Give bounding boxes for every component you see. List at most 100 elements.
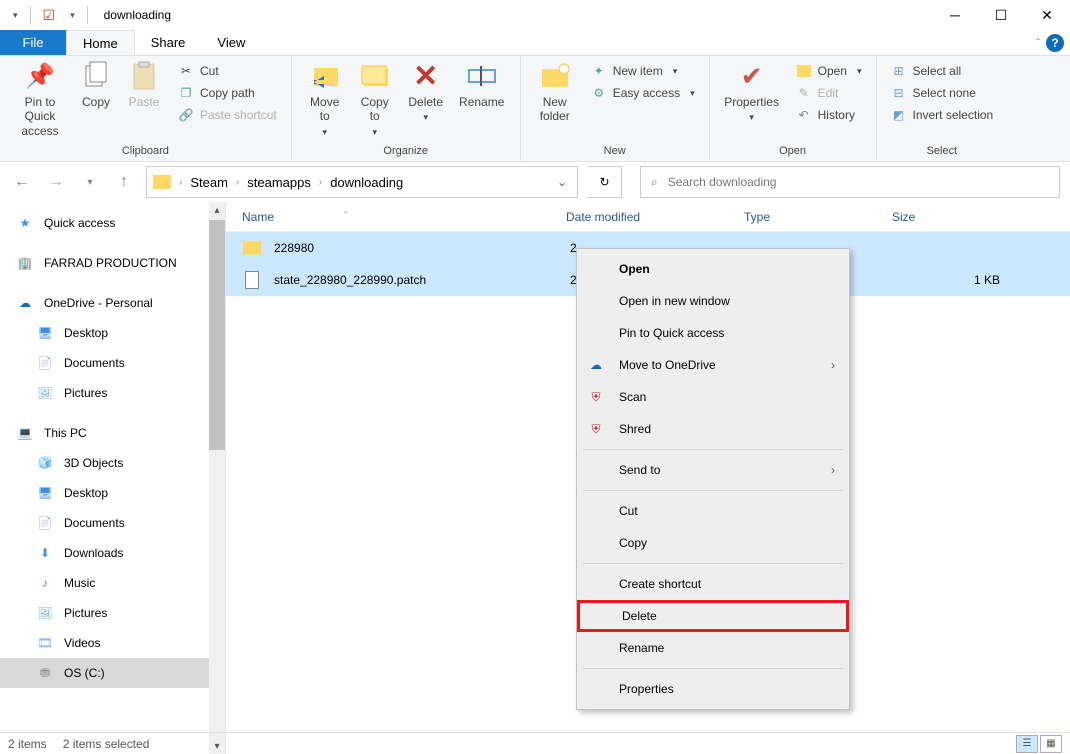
qat-more-icon[interactable]: ▾ (70, 10, 75, 21)
nav-quick-access[interactable]: ★Quick access (0, 208, 225, 238)
paste-button[interactable]: Paste (122, 60, 166, 109)
nav-this-pc[interactable]: 💻This PC (0, 418, 225, 448)
ctx-copy[interactable]: Copy (577, 527, 849, 559)
col-name[interactable]: Nameˆ (242, 210, 566, 224)
nav-od-desktop[interactable]: 🖥Desktop (0, 318, 225, 348)
help-icon[interactable]: ? (1046, 34, 1064, 52)
ctx-cut[interactable]: Cut (577, 495, 849, 527)
ctx-rename[interactable]: Rename (577, 632, 849, 664)
group-label-new: New (531, 145, 699, 159)
nav-od-pictures[interactable]: 🖼Pictures (0, 378, 225, 408)
nav-pc-downloads[interactable]: ⬇Downloads (0, 538, 225, 568)
forward-button[interactable]: → (44, 170, 68, 194)
delete-button[interactable]: ✕ Delete▾ (402, 60, 450, 123)
nav-3d-objects[interactable]: 🧊3D Objects (0, 448, 225, 478)
qat-dropdown-icon[interactable]: ▾ (13, 10, 18, 21)
tab-home[interactable]: Home (66, 30, 135, 55)
new-folder-icon (539, 60, 571, 92)
downloads-icon: ⬇ (36, 545, 54, 561)
invert-selection-icon: ◩ (891, 107, 907, 123)
invert-selection-button[interactable]: ◩Invert selection (887, 104, 998, 126)
rename-button[interactable]: Rename (454, 60, 510, 109)
ctx-open-new-window[interactable]: Open in new window (577, 285, 849, 317)
move-to-button[interactable]: Move to▾ (302, 60, 348, 138)
col-size[interactable]: Size (892, 210, 1070, 224)
group-select: ⊞Select all ⊟Select none ◩Invert selecti… (877, 56, 1008, 161)
ctx-delete[interactable]: Delete (577, 600, 849, 632)
context-menu: Open Open in new window Pin to Quick acc… (576, 248, 850, 710)
navigation-bar: ← → ▾ ↑ › Steam › steamapps › downloadin… (0, 162, 1070, 202)
ctx-open[interactable]: Open (577, 253, 849, 285)
separator (583, 490, 843, 491)
ctx-move-onedrive[interactable]: ☁Move to OneDrive› (577, 349, 849, 381)
ctx-shred[interactable]: ⛨Shred (577, 413, 849, 445)
nav-scrollbar[interactable]: ▴ ▾ (209, 202, 225, 754)
copy-button[interactable]: Copy (74, 60, 118, 109)
scroll-thumb[interactable] (209, 220, 225, 450)
maximize-button[interactable]: ☐ (978, 0, 1024, 30)
nav-onedrive[interactable]: ☁OneDrive - Personal (0, 288, 225, 318)
chevron-right-icon[interactable]: › (236, 177, 239, 188)
collapse-ribbon-icon[interactable]: ˆ (1036, 36, 1040, 50)
crumb-steamapps[interactable]: steamapps (241, 175, 317, 190)
nav-pc-documents[interactable]: 📄Documents (0, 508, 225, 538)
chevron-right-icon[interactable]: › (319, 177, 322, 188)
properties-qat-icon[interactable]: ☑ (43, 7, 56, 24)
edit-button[interactable]: ✎Edit (792, 82, 866, 104)
window-title: downloading (104, 8, 171, 22)
nav-farrad[interactable]: 🏢FARRAD PRODUCTION (0, 248, 225, 278)
tab-file[interactable]: File (0, 30, 66, 55)
search-input[interactable]: ⌕ Search downloading (640, 166, 1060, 198)
ctx-properties[interactable]: Properties (577, 673, 849, 705)
ctx-pin-quick-access[interactable]: Pin to Quick access (577, 317, 849, 349)
nav-pc-music[interactable]: ♪Music (0, 568, 225, 598)
crumb-downloading[interactable]: downloading (324, 175, 409, 190)
nav-pc-videos[interactable]: 🎞Videos (0, 628, 225, 658)
ctx-scan[interactable]: ⛨Scan (577, 381, 849, 413)
pin-quick-access-button[interactable]: 📌 Pin to Quick access (10, 60, 70, 138)
navigation-pane[interactable]: ★Quick access 🏢FARRAD PRODUCTION ☁OneDri… (0, 202, 226, 754)
sort-asc-icon: ˆ (344, 211, 347, 222)
music-icon: ♪ (36, 575, 54, 591)
minimize-button[interactable]: ─ (932, 0, 978, 30)
tab-share[interactable]: Share (135, 30, 202, 55)
open-icon (796, 63, 812, 79)
col-type[interactable]: Type (744, 210, 892, 224)
nav-pc-pictures[interactable]: 🖼Pictures (0, 598, 225, 628)
nav-pc-os[interactable]: ⛃OS (C:) (0, 658, 225, 688)
crumb-steam[interactable]: Steam (184, 175, 234, 190)
select-none-button[interactable]: ⊟Select none (887, 82, 998, 104)
group-new: New folder ✦New item ▾ ⚙Easy access ▾ Ne… (521, 56, 710, 161)
rename-icon (466, 60, 498, 92)
new-folder-button[interactable]: New folder (531, 60, 579, 124)
copy-path-button[interactable]: ❐Copy path (174, 82, 281, 104)
back-button[interactable]: ← (10, 170, 34, 194)
history-button[interactable]: ↶History (792, 104, 866, 126)
new-item-button[interactable]: ✦New item ▾ (587, 60, 699, 82)
ctx-send-to[interactable]: Send to› (577, 454, 849, 486)
tab-view[interactable]: View (201, 30, 261, 55)
up-button[interactable]: ↑ (112, 170, 136, 194)
properties-button[interactable]: ✔ Properties▾ (720, 60, 784, 123)
col-date[interactable]: Date modified (566, 210, 744, 224)
ctx-create-shortcut[interactable]: Create shortcut (577, 568, 849, 600)
cut-button[interactable]: ✂Cut (174, 60, 281, 82)
select-all-button[interactable]: ⊞Select all (887, 60, 998, 82)
select-all-icon: ⊞ (891, 63, 907, 79)
chevron-right-icon[interactable]: › (179, 177, 182, 188)
pictures-icon: 🖼 (36, 605, 54, 621)
recent-dropdown-icon[interactable]: ▾ (78, 170, 102, 194)
refresh-button[interactable]: ↻ (588, 166, 622, 198)
thumbnails-view-button[interactable]: ▦ (1040, 735, 1062, 753)
copy-to-button[interactable]: Copy to▾ (352, 60, 398, 138)
close-button[interactable]: ✕ (1024, 0, 1070, 30)
paste-shortcut-button[interactable]: 🔗Paste shortcut (174, 104, 281, 126)
scroll-up-icon[interactable]: ▴ (209, 202, 225, 218)
details-view-button[interactable]: ☰ (1016, 735, 1038, 753)
address-dropdown-icon[interactable]: ⌄ (547, 175, 577, 189)
nav-pc-desktop[interactable]: 🖥Desktop (0, 478, 225, 508)
easy-access-button[interactable]: ⚙Easy access ▾ (587, 82, 699, 104)
address-bar[interactable]: › Steam › steamapps › downloading ⌄ (146, 166, 578, 198)
open-button[interactable]: Open ▾ (792, 60, 866, 82)
nav-od-documents[interactable]: 📄Documents (0, 348, 225, 378)
